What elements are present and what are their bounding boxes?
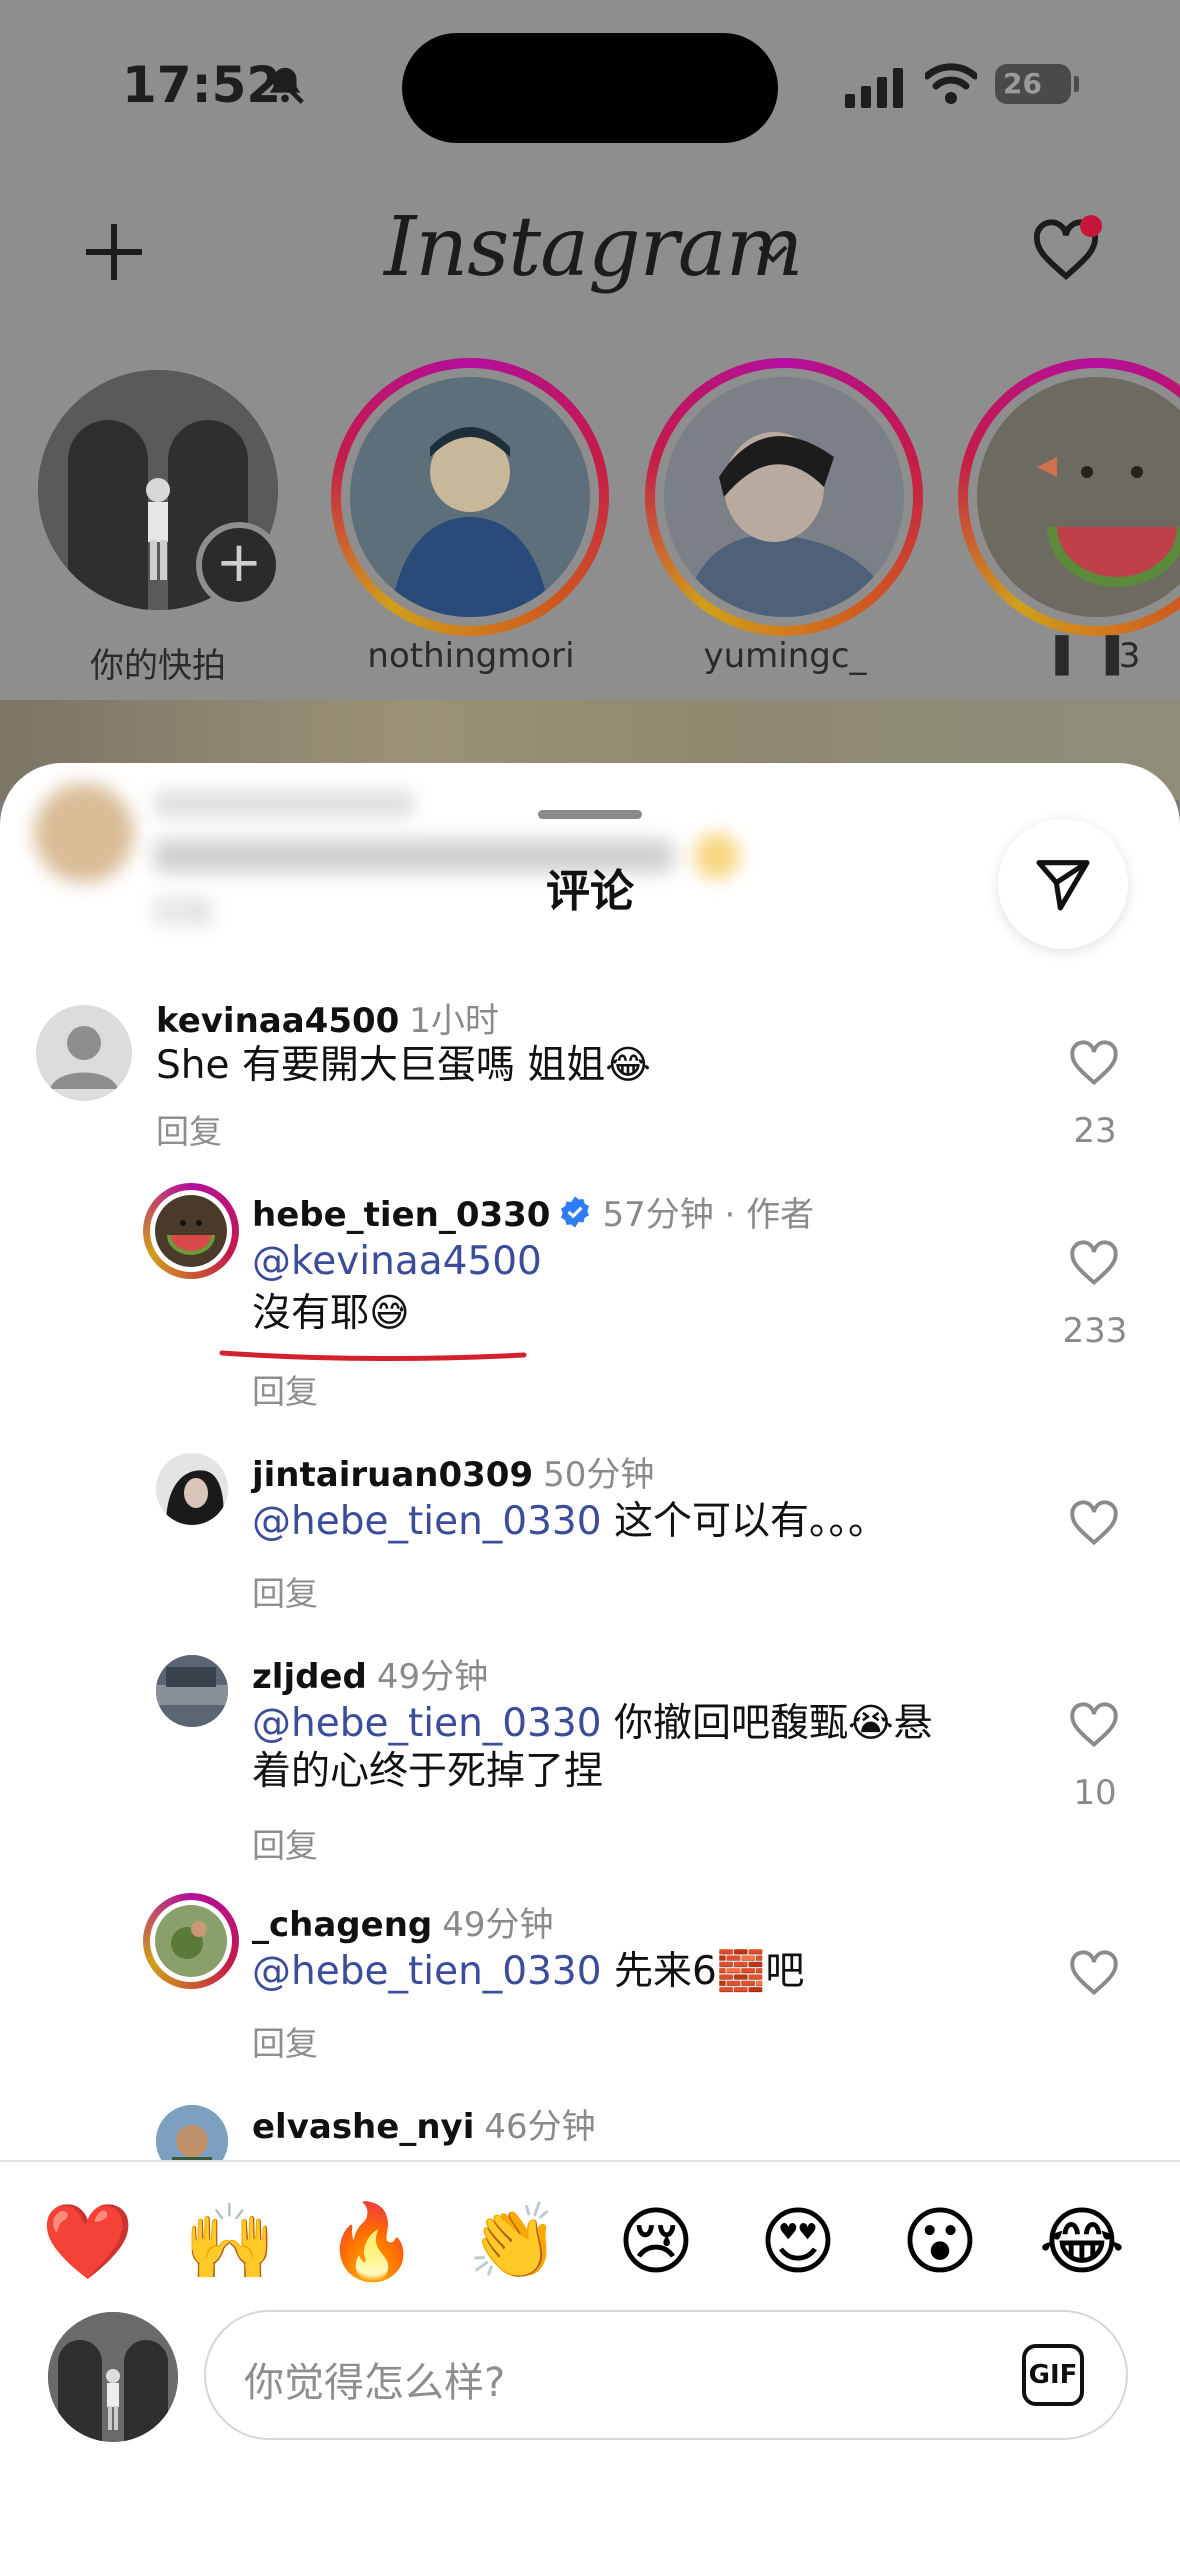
reaction-heart-eyes[interactable]: 😍 [748, 2192, 848, 2292]
gif-button[interactable]: GIF [1022, 2344, 1084, 2406]
like-heart-icon[interactable] [1068, 1701, 1120, 1753]
reply-button[interactable]: 回复 [252, 1365, 318, 1413]
red-underline-annotation [219, 1350, 527, 1362]
comment-item: _chageng 49分钟 @hebe_tien_0330 先来6🧱吧 回复 [0, 1893, 1180, 2073]
story-name: 你的快拍 [90, 646, 226, 686]
comment-item: hebe_tien_0330 57分钟 · 作者 @kevinaa4500 沒有耶… [0, 1183, 1180, 1433]
reaction-surprised[interactable]: 😮 [890, 2192, 990, 2292]
comment-username[interactable]: kevinaa4500 [156, 1001, 399, 1041]
comment-body: @hebe_tien_0330 你撤回吧馥甄😭悬 [252, 1699, 933, 1749]
comment-text: She 有要開大巨蛋嗎 姐姐😂 [156, 1043, 651, 1088]
comment-body: @hebe_tien_0330 这个可以有。。。 [252, 1497, 887, 1547]
avatar[interactable] [143, 1183, 239, 1279]
reaction-fire[interactable]: 🔥 [322, 2192, 422, 2292]
comment-time: 46分钟 [484, 2107, 596, 2147]
story-name: ▌ ▐3 [1055, 636, 1141, 676]
story-avatar [664, 377, 904, 617]
home-feed-background: 17:52 26 Instagram + 你的快拍 nothingmori yu… [0, 0, 1180, 800]
my-avatar [48, 2312, 178, 2442]
comment-time: 49分钟 [442, 1905, 554, 1945]
comment-composer-bar: ❤️ 🙌 🔥 👏 😢 😍 😮 😂 你觉得怎么样? GIF [0, 2160, 1180, 2558]
status-time: 17:52 [122, 56, 282, 114]
battery-nub [1074, 76, 1079, 92]
story-name: yumingc_ [703, 636, 867, 676]
comment-text: 沒有耶😅 [252, 1291, 410, 1336]
instagram-logo[interactable]: Instagram [384, 200, 803, 295]
comment-item: zljded 49分钟 @hebe_tien_0330 你撤回吧馥甄😭悬 着的心终… [0, 1645, 1180, 1875]
comment-mention[interactable]: @kevinaa4500 [252, 1237, 542, 1287]
comment-username[interactable]: jintairuan0309 [252, 1455, 533, 1495]
chevron-down-icon[interactable] [756, 243, 790, 269]
comment-username[interactable]: hebe_tien_0330 [252, 1195, 550, 1235]
comment-username[interactable]: elvashe_nyi [252, 2107, 474, 2147]
bell-muted-icon [262, 62, 308, 112]
like-count: 10 [1073, 1773, 1117, 1813]
reply-button[interactable]: 回复 [252, 1567, 318, 1615]
reaction-crying[interactable]: 😢 [606, 2192, 706, 2292]
avatar[interactable] [143, 1893, 239, 1989]
like-heart-icon[interactable] [1068, 1239, 1120, 1291]
like-heart-icon[interactable] [1068, 1949, 1120, 2001]
reply-button[interactable]: 回复 [252, 2017, 318, 2065]
share-button[interactable] [998, 819, 1128, 949]
avatar[interactable] [156, 1453, 228, 1525]
comment-body: @hebe_tien_0330 先来6🧱吧 [252, 1947, 804, 1997]
comment-item: jintairuan0309 50分钟 @hebe_tien_0330 这个可以有… [0, 1443, 1180, 1623]
comment-time: 50分钟 [543, 1455, 655, 1495]
comment-text: 先来6🧱吧 [601, 1949, 805, 1994]
story-name: nothingmori [367, 636, 575, 676]
send-icon [1031, 852, 1095, 920]
like-count: 233 [1062, 1311, 1128, 1351]
cellular-signal-icon [845, 68, 907, 112]
avatar[interactable] [36, 1005, 132, 1101]
comment-mention[interactable]: @hebe_tien_0330 [252, 1949, 602, 1994]
battery-level: 26 [1003, 67, 1042, 100]
comment-username[interactable]: zljded [252, 1657, 367, 1697]
comment-text: 这个可以有。。。 [601, 1499, 887, 1544]
create-plus-icon[interactable] [84, 222, 144, 286]
reaction-laughing[interactable]: 😂 [1032, 2192, 1132, 2292]
wifi-icon [923, 62, 979, 110]
avatar[interactable] [156, 1655, 228, 1727]
notification-dot [1080, 215, 1102, 237]
comment-mention[interactable]: @hebe_tien_0330 [252, 1701, 602, 1746]
comment-time: 49分钟 [376, 1657, 489, 1697]
dynamic-island [402, 33, 778, 143]
verified-badge-icon [558, 1195, 592, 1238]
comment-text-continued: 着的心终于死掉了捏 [252, 1749, 604, 1794]
comment-text: 你撤回吧馥甄😭悬 [601, 1701, 933, 1746]
add-story-button[interactable]: + [196, 522, 282, 608]
comment-time: 57分钟 · 作者 [602, 1195, 815, 1235]
reaction-heart[interactable]: ❤️ [38, 2192, 138, 2292]
like-count: 23 [1073, 1111, 1117, 1151]
comment-item: kevinaa4500 1小时 She 有要開大巨蛋嗎 姐姐😂 回复 23 [0, 983, 1180, 1153]
comment-mention[interactable]: @hebe_tien_0330 [252, 1499, 602, 1544]
comment-input-placeholder[interactable]: 你觉得怎么样? [244, 2350, 505, 2408]
comment-time: 1小时 [409, 1001, 499, 1041]
reply-button[interactable]: 回复 [252, 1819, 318, 1867]
reaction-raised-hands[interactable]: 🙌 [180, 2192, 280, 2292]
story-avatar [350, 377, 590, 617]
reply-button[interactable]: 回复 [156, 1105, 222, 1153]
like-heart-icon[interactable] [1068, 1499, 1120, 1551]
like-heart-icon[interactable] [1068, 1039, 1120, 1091]
reaction-clap[interactable]: 👏 [464, 2192, 564, 2292]
comment-username[interactable]: _chageng [252, 1905, 432, 1945]
